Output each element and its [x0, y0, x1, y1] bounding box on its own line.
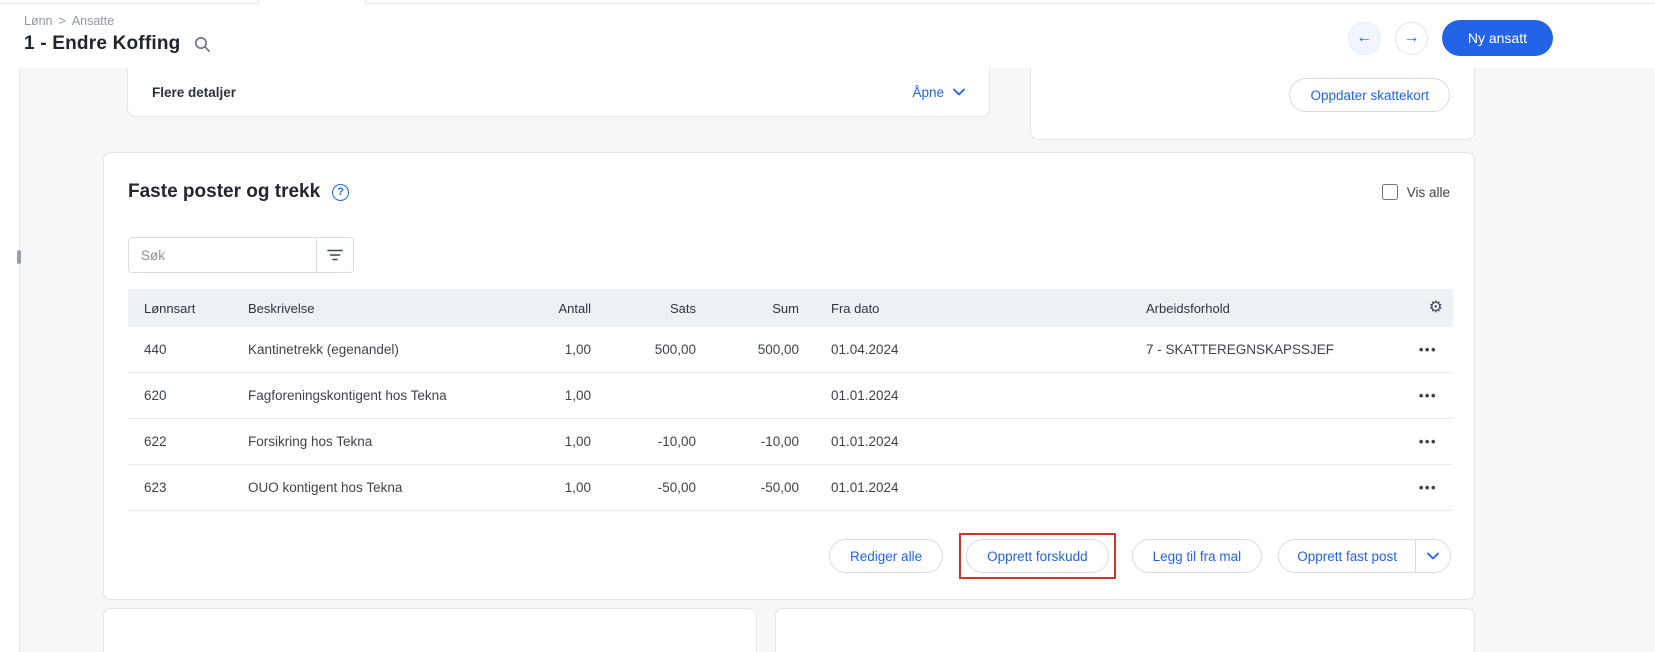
- create-fixed-post-button[interactable]: Opprett fast post: [1279, 540, 1415, 572]
- cell-beskrivelse: OUO kontigent hos Tekna: [248, 480, 403, 495]
- cell-sats: 500,00: [654, 342, 696, 357]
- update-tax-card-button[interactable]: Oppdater skattekort: [1289, 78, 1450, 112]
- filter-icon: [327, 249, 343, 261]
- more-details-card: Flere detaljer Åpne: [127, 68, 990, 117]
- breadcrumb-ansatte[interactable]: Ansatte: [72, 14, 114, 28]
- table-row[interactable]: 623 OUO kontigent hos Tekna 1,00 -50,00 …: [128, 465, 1453, 511]
- show-all-control: Vis alle: [1381, 184, 1450, 200]
- table-search-group: [128, 237, 354, 273]
- page-title-row: 1 - Endre Koffing: [24, 33, 211, 55]
- left-rail: [0, 68, 21, 652]
- new-employee-button[interactable]: Ny ansatt: [1441, 20, 1553, 56]
- breadcrumb-lonn[interactable]: Lønn: [24, 14, 53, 28]
- row-more-actions-button[interactable]: •••: [1413, 384, 1443, 407]
- cell-lonnsart: 620: [144, 388, 167, 403]
- red-highlight-annotation: Opprett forskudd: [959, 533, 1116, 579]
- row-more-actions-button[interactable]: •••: [1413, 430, 1443, 453]
- top-header: Lønn > Ansatte 1 - Endre Koffing ← → Ny …: [0, 0, 1655, 68]
- col-header-sats: Sats: [669, 300, 696, 316]
- fixed-posts-card: Faste poster og trekk ? Vis alle Lønnsar…: [103, 152, 1475, 600]
- cell-lonnsart: 623: [144, 480, 167, 495]
- bottom-card-left: [103, 608, 757, 652]
- previous-employee-button[interactable]: ←: [1347, 21, 1381, 55]
- cell-arbeidsforhold: 7 - SKATTEREGNSKAPSSJEF: [1146, 342, 1335, 357]
- fixed-posts-title: Faste poster og trekk: [128, 181, 321, 202]
- row-more-actions-button[interactable]: •••: [1413, 338, 1443, 361]
- top-divider-right: [365, 3, 1655, 4]
- back-arrow-icon: ←: [1356, 29, 1373, 46]
- col-header-lonnsart: Lønnsart: [144, 300, 196, 316]
- cell-fra-dato: 01.01.2024: [831, 434, 899, 449]
- cell-fra-dato: 01.01.2024: [831, 480, 899, 495]
- create-advance-button[interactable]: Opprett forskudd: [966, 539, 1109, 573]
- breadcrumb: Lønn > Ansatte: [24, 14, 114, 28]
- header-actions: ← → Ny ansatt: [1347, 20, 1553, 56]
- more-details-label: Flere detaljer: [152, 84, 237, 100]
- fixed-posts-table: Lønnsart Beskrivelse Antall Sats Sum Fra…: [128, 289, 1453, 511]
- tax-card: Oppdater skattekort: [1030, 68, 1475, 140]
- add-from-template-button[interactable]: Legg til fra mal: [1131, 539, 1263, 573]
- page-title: 1 - Endre Koffing: [24, 33, 181, 54]
- breadcrumb-separator: >: [58, 14, 66, 28]
- cell-sum: 500,00: [757, 342, 799, 357]
- cell-antall: 1,00: [564, 342, 591, 357]
- open-details-toggle[interactable]: Åpne: [912, 85, 965, 100]
- next-employee-button[interactable]: →: [1394, 21, 1428, 55]
- table-search-input[interactable]: [128, 237, 316, 273]
- table-header-row: Lønnsart Beskrivelse Antall Sats Sum Fra…: [128, 289, 1453, 327]
- rail-handle[interactable]: [17, 250, 21, 264]
- table-body: 440 Kantinetrekk (egenandel) 1,00 500,00…: [128, 327, 1453, 511]
- table-settings-gear-icon[interactable]: ⚙: [1429, 300, 1443, 316]
- cell-beskrivelse: Kantinetrekk (egenandel): [248, 342, 399, 357]
- cell-antall: 1,00: [564, 480, 591, 495]
- col-header-arbeidsforhold: Arbeidsforhold: [1146, 300, 1230, 316]
- table-actions-row: Rediger alle Opprett forskudd Legg til f…: [829, 533, 1451, 579]
- filter-button[interactable]: [316, 237, 354, 273]
- col-header-fra-dato: Fra dato: [831, 300, 880, 316]
- row-more-actions-button[interactable]: •••: [1413, 476, 1443, 499]
- top-divider-left: [0, 3, 258, 4]
- cell-antall: 1,00: [564, 388, 591, 403]
- edit-all-button[interactable]: Rediger alle: [829, 539, 944, 573]
- cell-fra-dato: 01.04.2024: [831, 342, 899, 357]
- cell-lonnsart: 622: [144, 434, 167, 449]
- cell-beskrivelse: Forsikring hos Tekna: [248, 434, 373, 449]
- create-fixed-post-dropdown-toggle[interactable]: [1415, 540, 1450, 572]
- cell-beskrivelse: Fagforeningskontigent hos Tekna: [248, 388, 447, 403]
- cell-sum: -50,00: [760, 480, 799, 495]
- table-row[interactable]: 622 Forsikring hos Tekna 1,00 -10,00 -10…: [128, 419, 1453, 465]
- table-row[interactable]: 440 Kantinetrekk (egenandel) 1,00 500,00…: [128, 327, 1453, 373]
- open-label: Åpne: [912, 84, 944, 100]
- cell-sats: -50,00: [657, 480, 696, 495]
- cell-antall: 1,00: [564, 434, 591, 449]
- fixed-posts-title-row: Faste poster og trekk ?: [128, 181, 350, 203]
- help-icon[interactable]: ?: [332, 183, 350, 201]
- chevron-down-icon: [953, 88, 965, 96]
- bottom-card-right: [775, 608, 1475, 652]
- col-header-antall: Antall: [558, 300, 591, 316]
- cell-sum: -10,00: [760, 434, 799, 449]
- cell-sats: -10,00: [657, 434, 696, 449]
- table-row[interactable]: 620 Fagforeningskontigent hos Tekna 1,00…: [128, 373, 1453, 419]
- show-all-checkbox[interactable]: [1381, 184, 1398, 200]
- create-fixed-post-split-button: Opprett fast post: [1278, 539, 1451, 573]
- cell-lonnsart: 440: [144, 342, 167, 357]
- screen: Lønn > Ansatte 1 - Endre Koffing ← → Ny …: [0, 0, 1655, 652]
- show-all-label: Vis alle: [1406, 184, 1450, 200]
- top-tab-notch-left: [258, 0, 259, 4]
- forward-arrow-icon: →: [1403, 29, 1420, 46]
- col-header-sum: Sum: [772, 300, 799, 316]
- cell-fra-dato: 01.01.2024: [831, 388, 899, 403]
- chevron-down-icon: [1427, 552, 1439, 560]
- help-glyph: ?: [337, 186, 345, 198]
- top-tab-notch-right: [365, 0, 366, 4]
- search-icon[interactable]: [194, 36, 211, 53]
- col-header-beskrivelse: Beskrivelse: [248, 300, 315, 316]
